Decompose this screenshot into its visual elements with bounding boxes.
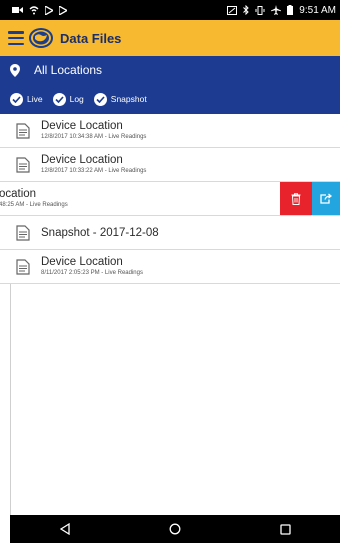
video-icon (12, 7, 23, 13)
nfc-icon (227, 5, 238, 15)
battery-icon (287, 5, 294, 15)
share-button[interactable] (312, 182, 340, 215)
list-item-text: Device Location 12/8/2017 10:33:22 AM - … (41, 154, 146, 175)
list-item-title: Device Location (41, 256, 123, 268)
list-item[interactable]: Snapshot - 2017-12-08 (0, 216, 340, 250)
home-circle-icon (169, 523, 181, 535)
list-item-title: Device Location (41, 154, 123, 166)
wifi-alert-icon (29, 5, 39, 14)
list-item-text: Device Location 8/11/2017 2:05:23 PM - L… (41, 256, 143, 277)
check-circle-icon (52, 92, 66, 106)
list-item-subtitle: 12/8/2017 10:34:38 AM - Live Readings (41, 134, 147, 140)
bluetooth-icon (243, 5, 250, 15)
swipe-actions (280, 182, 340, 215)
play-store-icon-2 (59, 5, 67, 15)
trash-icon (291, 192, 301, 205)
back-button[interactable] (50, 515, 80, 543)
document-icon (16, 156, 30, 173)
navigation-bar (10, 515, 340, 543)
hamburger-icon[interactable] (8, 31, 24, 45)
list-item-subtitle: 12/8/2017 10:33:22 AM - Live Readings (41, 168, 147, 174)
list-item-title: ocation (0, 188, 37, 200)
check-circle-icon (93, 92, 107, 106)
back-triangle-icon (60, 523, 70, 535)
list-item-text: ocation 48:25 AM - Live Readings (0, 188, 68, 209)
globe-logo (29, 28, 53, 48)
check-circle-icon (10, 92, 23, 106)
toggle-live-label: Live (27, 94, 43, 104)
app-bar: Data Files (0, 20, 340, 56)
toggle-log[interactable]: Log (52, 92, 84, 106)
file-list: Device Location 12/8/2017 10:34:38 AM - … (0, 114, 340, 284)
recents-button[interactable] (270, 515, 300, 543)
location-label: All Locations (34, 63, 103, 77)
status-notification-icons (12, 5, 67, 15)
filter-panel: All Locations Live Log Snapshot (0, 56, 340, 114)
status-time: 9:51 AM (299, 4, 336, 16)
list-item-title: Snapshot - 2017-12-08 (41, 226, 159, 239)
map-pin-icon (10, 63, 20, 77)
type-filter-toggles: Live Log Snapshot (0, 84, 340, 114)
list-item-text: Device Location 12/8/2017 10:34:38 AM - … (41, 120, 146, 141)
status-bar: 9:51 AM (0, 0, 340, 20)
document-icon (16, 122, 30, 139)
home-button[interactable] (160, 515, 190, 543)
document-icon (16, 224, 30, 241)
recents-square-icon (279, 523, 291, 535)
toggle-log-label: Log (69, 94, 84, 104)
app-title: Data Files (60, 30, 122, 46)
list-item-swiped[interactable]: ocation 48:25 AM - Live Readings (0, 182, 340, 216)
list-item[interactable]: Device Location 12/8/2017 10:33:22 AM - … (0, 148, 340, 182)
toggle-live[interactable]: Live (10, 92, 43, 106)
toggle-snapshot[interactable]: Snapshot (93, 92, 147, 106)
airplane-icon (271, 5, 282, 15)
play-store-icon (45, 5, 53, 15)
document-icon (16, 258, 30, 275)
list-item-title: Device Location (41, 120, 123, 132)
list-item[interactable]: Device Location 12/8/2017 10:34:38 AM - … (0, 114, 340, 148)
vibrate-icon (255, 5, 265, 15)
delete-button[interactable] (280, 182, 312, 215)
list-item[interactable]: Device Location 8/11/2017 2:05:23 PM - L… (0, 250, 340, 284)
list-item-subtitle: 48:25 AM - Live Readings (0, 202, 68, 208)
list-item-subtitle: 8/11/2017 2:05:23 PM - Live Readings (41, 270, 143, 276)
toggle-snapshot-label: Snapshot (110, 94, 147, 104)
status-system-icons: 9:51 AM (227, 5, 336, 16)
share-icon (320, 193, 332, 204)
location-selector[interactable]: All Locations (0, 56, 340, 84)
